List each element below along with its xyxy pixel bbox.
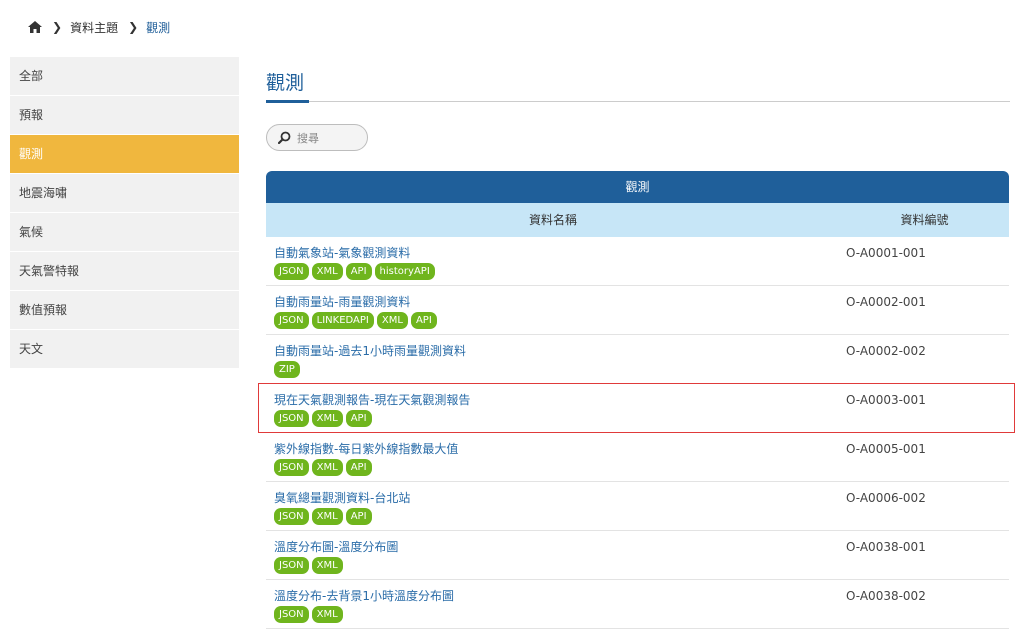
column-header-name: 資料名稱 (528, 213, 577, 227)
format-tag-json[interactable]: JSON (274, 459, 309, 476)
dataset-link[interactable]: 紫外線指數-每日紫外線指數最大值 (274, 442, 840, 457)
dataset-name-cell: 紫外線指數-每日紫外線指數最大值 JSON XML API (266, 433, 840, 481)
table-row: 溫度分布圖-溫度分布圖 JSON XML O-A0038-001 (266, 531, 1009, 580)
sidebar-item-astronomy[interactable]: 天文 (10, 330, 239, 369)
format-tag-xml[interactable]: XML (376, 312, 408, 329)
dataset-name-cell: 自動雨量站-過去1小時雨量觀測資料 ZIP (266, 335, 840, 383)
dataset-code: O-A0005-001 (846, 442, 926, 456)
dataset-link[interactable]: 自動雨量站-過去1小時雨量觀測資料 (274, 344, 840, 359)
format-tag-linkedapi[interactable]: LINKEDAPI (311, 312, 374, 329)
format-tag-zip[interactable]: ZIP (274, 361, 300, 378)
dataset-code: O-A0002-001 (846, 295, 926, 309)
sidebar-item-weather-warnings[interactable]: 天氣警特報 (10, 252, 239, 291)
format-tag-api[interactable]: API (345, 459, 372, 476)
dataset-code: O-A0003-001 (846, 393, 926, 407)
format-tags: JSON XML (274, 557, 840, 574)
format-tag-api[interactable]: API (345, 410, 372, 427)
format-tags: JSON XML API (274, 410, 840, 427)
sidebar-item-all[interactable]: 全部 (10, 57, 239, 96)
format-tags: ZIP (274, 361, 840, 378)
format-tag-xml[interactable]: XML (311, 410, 343, 427)
format-tag-historyapi[interactable]: historyAPI (374, 263, 435, 280)
dataset-name-cell: 現在天氣觀測報告-現在天氣觀測報告 JSON XML API (266, 384, 840, 432)
table-row: 現在天氣觀測報告-現在天氣觀測報告 JSON XML API O-A0003-001 (258, 383, 1015, 433)
format-tags: JSON XML API (274, 459, 840, 476)
format-tag-json[interactable]: JSON (274, 557, 309, 574)
format-tag-json[interactable]: JSON (274, 606, 309, 623)
table-row: 自動雨量站-雨量觀測資料 JSON LINKEDAPI XML API O-A0002-0… (266, 286, 1009, 335)
format-tag-json[interactable]: JSON (274, 410, 309, 427)
page-title: 觀測 (266, 72, 305, 94)
format-tag-xml[interactable]: XML (311, 557, 343, 574)
chevron-right-icon: ❯ (128, 20, 139, 34)
table-header-row: 資料名稱 資料編號 (266, 203, 1009, 237)
format-tag-xml[interactable]: XML (311, 459, 343, 476)
column-header-code: 資料編號 (900, 213, 949, 227)
sidebar-item-observation[interactable]: 觀測 (10, 135, 239, 174)
chevron-right-icon: ❯ (52, 20, 63, 34)
format-tags: JSON XML API (274, 508, 840, 525)
table-row: 臭氧總量觀測資料-台北站 JSON XML API O-A0006-002 (266, 482, 1009, 531)
sidebar-item-numerical-forecast[interactable]: 數值預報 (10, 291, 239, 330)
dataset-link[interactable]: 自動雨量站-雨量觀測資料 (274, 295, 840, 310)
table-row: 自動氣象站-氣象觀測資料 JSON XML API historyAPI O-A0001-… (266, 237, 1009, 286)
search-icon (278, 131, 291, 144)
format-tag-json[interactable]: JSON (274, 312, 309, 329)
dataset-name-cell: 自動氣象站-氣象觀測資料 JSON XML API historyAPI (266, 237, 840, 285)
dataset-name-cell: 溫度分布圖-溫度分布圖 JSON XML (266, 531, 840, 579)
dataset-link[interactable]: 臭氧總量觀測資料-台北站 (274, 491, 840, 506)
dataset-code: O-A0001-001 (846, 246, 926, 260)
dataset-link[interactable]: 自動氣象站-氣象觀測資料 (274, 246, 840, 261)
dataset-link[interactable]: 溫度分布圖-溫度分布圖 (274, 540, 840, 555)
dataset-code: O-A0038-002 (846, 589, 926, 603)
dataset-link[interactable]: 溫度分布-去背景1小時溫度分布圖 (274, 589, 840, 604)
dataset-name-cell: 臭氧總量觀測資料-台北站 JSON XML API (266, 482, 840, 530)
table-row: 自動雨量站-過去1小時雨量觀測資料 ZIP O-A0002-002 (266, 335, 1009, 384)
breadcrumb: ❯ 資料主題 ❯ 觀測 (28, 17, 170, 37)
format-tag-xml[interactable]: XML (311, 606, 343, 623)
table-body: 自動氣象站-氣象觀測資料 JSON XML API historyAPI O-A0001-… (258, 237, 1015, 629)
format-tag-api[interactable]: API (345, 508, 372, 525)
search-placeholder: 搜尋 (297, 131, 319, 145)
dataset-name-cell: 自動雨量站-雨量觀測資料 JSON LINKEDAPI XML API (266, 286, 840, 334)
format-tag-api[interactable]: API (345, 263, 372, 280)
format-tags: JSON XML API historyAPI (274, 263, 840, 280)
table-caption: 觀測 (266, 171, 1009, 203)
sidebar-item-earthquake-tsunami[interactable]: 地震海嘯 (10, 174, 239, 213)
breadcrumb-item-topics[interactable]: 資料主題 (70, 19, 118, 36)
dataset-table: 觀測 資料名稱 資料編號 自動氣象站-氣象觀測資料 JSON XML API histo… (258, 171, 1015, 629)
format-tag-json[interactable]: JSON (274, 508, 309, 525)
format-tag-api[interactable]: API (410, 312, 437, 329)
dataset-name-cell: 溫度分布-去背景1小時溫度分布圖 JSON XML (266, 580, 840, 628)
breadcrumb-item-current: 觀測 (146, 20, 171, 35)
dataset-link[interactable]: 現在天氣觀測報告-現在天氣觀測報告 (274, 393, 840, 408)
format-tag-xml[interactable]: XML (311, 508, 343, 525)
home-icon[interactable] (28, 21, 42, 33)
search-input[interactable]: 搜尋 (266, 124, 368, 151)
format-tags: JSON XML (274, 606, 840, 623)
sidebar-item-forecast[interactable]: 預報 (10, 96, 239, 135)
format-tag-json[interactable]: JSON (274, 263, 309, 280)
format-tag-xml[interactable]: XML (311, 263, 343, 280)
title-divider (266, 100, 1010, 103)
table-row: 溫度分布-去背景1小時溫度分布圖 JSON XML O-A0038-002 (266, 580, 1009, 629)
sidebar-item-climate[interactable]: 氣候 (10, 213, 239, 252)
sidebar: 全部 預報 觀測 地震海嘯 氣候 天氣警特報 數值預報 天文 (10, 57, 239, 369)
table-row: 紫外線指數-每日紫外線指數最大值 JSON XML API O-A0005-001 (266, 433, 1009, 482)
dataset-code: O-A0006-002 (846, 491, 926, 505)
format-tags: JSON LINKEDAPI XML API (274, 312, 840, 329)
dataset-code: O-A0002-002 (846, 344, 926, 358)
dataset-code: O-A0038-001 (846, 540, 926, 554)
